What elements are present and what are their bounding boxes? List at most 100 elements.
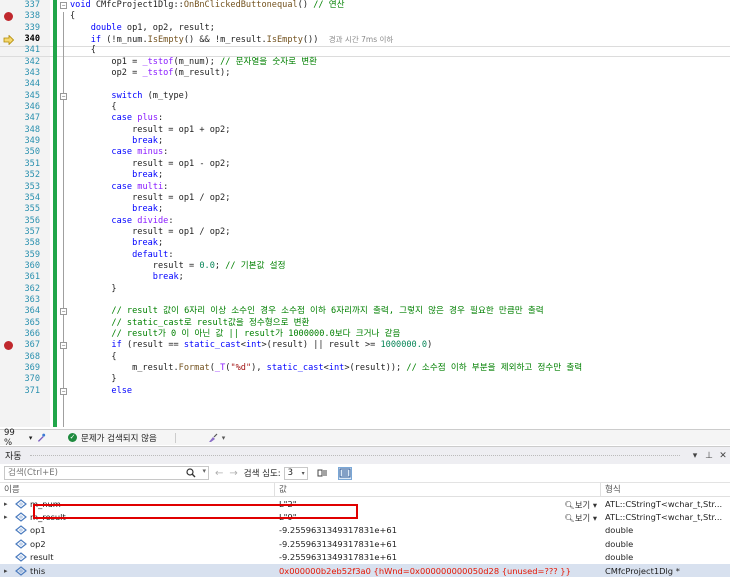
autos-row[interactable]: op1 -9.2559631349317831e+61 double <box>0 524 730 537</box>
code-cleanup-button[interactable]: ▾ <box>208 433 226 443</box>
search-input[interactable] <box>8 468 158 478</box>
code-line[interactable]: 352 break; <box>0 170 730 181</box>
code-line[interactable]: 337 − void CMfcProject1Dlg::OnBnClickedBut… <box>0 0 730 11</box>
code-line[interactable]: 350 case minus: <box>0 147 730 158</box>
code-text[interactable]: result = op1 - op2; <box>70 159 230 170</box>
code-line[interactable]: 348 result = op1 + op2; <box>0 125 730 136</box>
code-line[interactable]: 349 break; <box>0 136 730 147</box>
variable-name-cell[interactable]: ▸ this <box>0 566 275 576</box>
code-text[interactable]: if (result == static_cast<int>(result) |… <box>70 340 432 351</box>
zoom-level[interactable]: 99 % <box>4 428 25 448</box>
code-line[interactable]: 364 − // result 값이 6자리 이상 소수인 경우 소수점 이하 6… <box>0 306 730 317</box>
code-line[interactable]: 366 // result가 0 이 아닌 값 || result가 10000… <box>0 329 730 340</box>
column-name-header[interactable]: 이름 <box>0 482 275 497</box>
zoom-control[interactable]: 99 % ▾ <box>4 428 46 448</box>
variable-value-cell[interactable]: -9.2559631349317831e+61 <box>275 525 601 535</box>
variable-name-cell[interactable]: ▸ m_num <box>0 499 275 509</box>
code-text[interactable]: } <box>70 374 116 385</box>
expand-arrow-icon[interactable]: ▸ <box>4 567 13 575</box>
code-text[interactable]: double op1, op2, result; <box>70 23 215 34</box>
code-line[interactable]: 358 break; <box>0 238 730 249</box>
search-depth-select[interactable]: 3 ▾ <box>283 466 308 480</box>
code-line[interactable]: 368 { <box>0 352 730 363</box>
autos-row[interactable]: ▸ m_result L"9" 🔍︎보기 ▾ ATL::CStringT<wchar_t… <box>0 510 730 523</box>
code-text[interactable]: else <box>70 386 132 397</box>
code-line[interactable]: 362 } <box>0 284 730 295</box>
code-text[interactable]: { <box>70 352 116 363</box>
code-line[interactable]: 343 op2 = _tstof(m_result); <box>0 68 730 79</box>
window-position-button[interactable]: ▾ <box>688 451 702 461</box>
collapse-icon[interactable]: − <box>60 387 67 395</box>
breakpoint-icon[interactable] <box>4 341 13 351</box>
code-line[interactable]: 359 default: <box>0 250 730 261</box>
breakpoint-icon[interactable] <box>4 12 13 22</box>
code-text[interactable]: } <box>70 284 116 295</box>
code-text[interactable]: { <box>70 45 96 56</box>
code-text[interactable]: // result가 0 이 아닌 값 || result가 1000000.0… <box>70 329 400 340</box>
search-forward-icon[interactable]: → <box>229 468 237 479</box>
code-line[interactable]: 351 result = op1 - op2; <box>0 159 730 170</box>
brush-clean-icon[interactable] <box>36 433 46 443</box>
chevron-down-icon[interactable]: ▾ <box>29 434 33 442</box>
visualizer-button[interactable]: 🔍︎보기 ▾ <box>564 512 597 522</box>
code-line[interactable]: 338 { <box>0 11 730 22</box>
code-text[interactable]: result = op1 / op2; <box>70 227 230 238</box>
code-line[interactable]: 355 break; <box>0 204 730 215</box>
code-line[interactable]: 341 { <box>0 45 730 56</box>
variable-name-cell[interactable]: ▸ m_result <box>0 512 275 522</box>
expand-arrow-icon[interactable]: ▸ <box>4 513 13 521</box>
code-text[interactable]: // static_cast로 result값을 정수형으로 변환 <box>70 318 309 329</box>
autos-row[interactable]: ▸ this 0x000000b2eb52f3a0 {hWnd=0x00000000… <box>0 563 730 578</box>
code-line[interactable]: 365 // static_cast로 result값을 정수형으로 변환 <box>0 318 730 329</box>
collapse-icon[interactable]: − <box>60 92 67 100</box>
code-text[interactable]: result = op1 / op2; <box>70 193 230 204</box>
compact-view-icon[interactable] <box>337 466 352 480</box>
code-text[interactable]: break; <box>70 238 163 249</box>
code-text[interactable]: break; <box>70 272 184 283</box>
code-line[interactable]: 342 op1 = _tstof(m_num); // 문자열을 숫자로 변환 <box>0 57 730 68</box>
variable-value-cell[interactable]: -9.2559631349317831e+61 <box>275 552 601 562</box>
code-line[interactable]: 361 break; <box>0 272 730 283</box>
code-line[interactable]: 363 <box>0 295 730 306</box>
code-text[interactable]: case divide: <box>70 216 173 227</box>
code-line[interactable]: 357 result = op1 / op2; <box>0 227 730 238</box>
code-line[interactable]: 370 } <box>0 374 730 385</box>
autos-row[interactable]: result -9.2559631349317831e+61 double <box>0 551 730 564</box>
code-text[interactable]: result = 0.0; // 기본값 설정 <box>70 261 286 272</box>
code-text[interactable]: break; <box>70 170 163 181</box>
code-line[interactable]: 367 − if (result == static_cast<int>(resu… <box>0 340 730 351</box>
variable-name-cell[interactable]: result <box>0 552 275 562</box>
code-text[interactable]: case plus: <box>70 113 163 124</box>
visualizer-button[interactable]: 🔍︎보기 ▾ <box>564 499 597 509</box>
autos-row[interactable]: op2 -9.2559631349317831e+61 double <box>0 537 730 550</box>
code-line[interactable]: 369 m_result.Format(_T("%d"), static_cas… <box>0 363 730 374</box>
code-line[interactable]: 347 case plus: <box>0 113 730 124</box>
code-text[interactable]: { <box>70 11 75 22</box>
code-line[interactable]: 354 result = op1 / op2; <box>0 193 730 204</box>
issues-indicator[interactable]: ✓ 문제가 검색되지 않음 <box>68 432 157 444</box>
variable-name-cell[interactable]: op2 <box>0 539 275 549</box>
pin-source-icon[interactable] <box>316 467 330 480</box>
search-back-icon[interactable]: ← <box>215 468 223 479</box>
expand-arrow-icon[interactable]: ▸ <box>4 500 13 508</box>
collapse-icon[interactable]: − <box>60 2 67 9</box>
code-line[interactable]: 371 − else <box>0 386 730 397</box>
variable-value-cell[interactable]: 0x000000b2eb52f3a0 {hWnd=0x000000000050d… <box>275 566 601 576</box>
code-text[interactable]: default: <box>70 250 173 261</box>
variable-name-cell[interactable]: op1 <box>0 525 275 535</box>
code-lines[interactable]: 337− void CMfcProject1Dlg::OnBnClickedBut… <box>0 0 730 397</box>
code-line[interactable]: 340 if (!m_num.IsEmpty() && !m_result.Is… <box>0 34 730 46</box>
chevron-down-icon[interactable]: ▾ <box>222 434 226 442</box>
autos-row[interactable]: ▸ m_num L"2" 🔍︎보기 ▾ ATL::CStringT<wchar_t,St… <box>0 497 730 510</box>
code-line[interactable]: 344 <box>0 79 730 90</box>
code-text[interactable]: case multi: <box>70 182 168 193</box>
collapse-icon[interactable]: − <box>60 342 67 350</box>
variable-value-cell[interactable]: -9.2559631349317831e+61 <box>275 539 601 549</box>
code-text[interactable]: // result 값이 6자리 이상 소수인 경우 소수점 이하 6자리까지 … <box>70 306 543 317</box>
code-text[interactable]: break; <box>70 136 163 147</box>
code-text[interactable]: void CMfcProject1Dlg::OnBnClickedButtone… <box>70 0 345 11</box>
code-text[interactable]: case minus: <box>70 147 168 158</box>
close-icon[interactable]: ✕ <box>716 451 730 461</box>
collapse-icon[interactable]: − <box>60 308 67 316</box>
code-line[interactable]: 339 double op1, op2, result; <box>0 23 730 34</box>
